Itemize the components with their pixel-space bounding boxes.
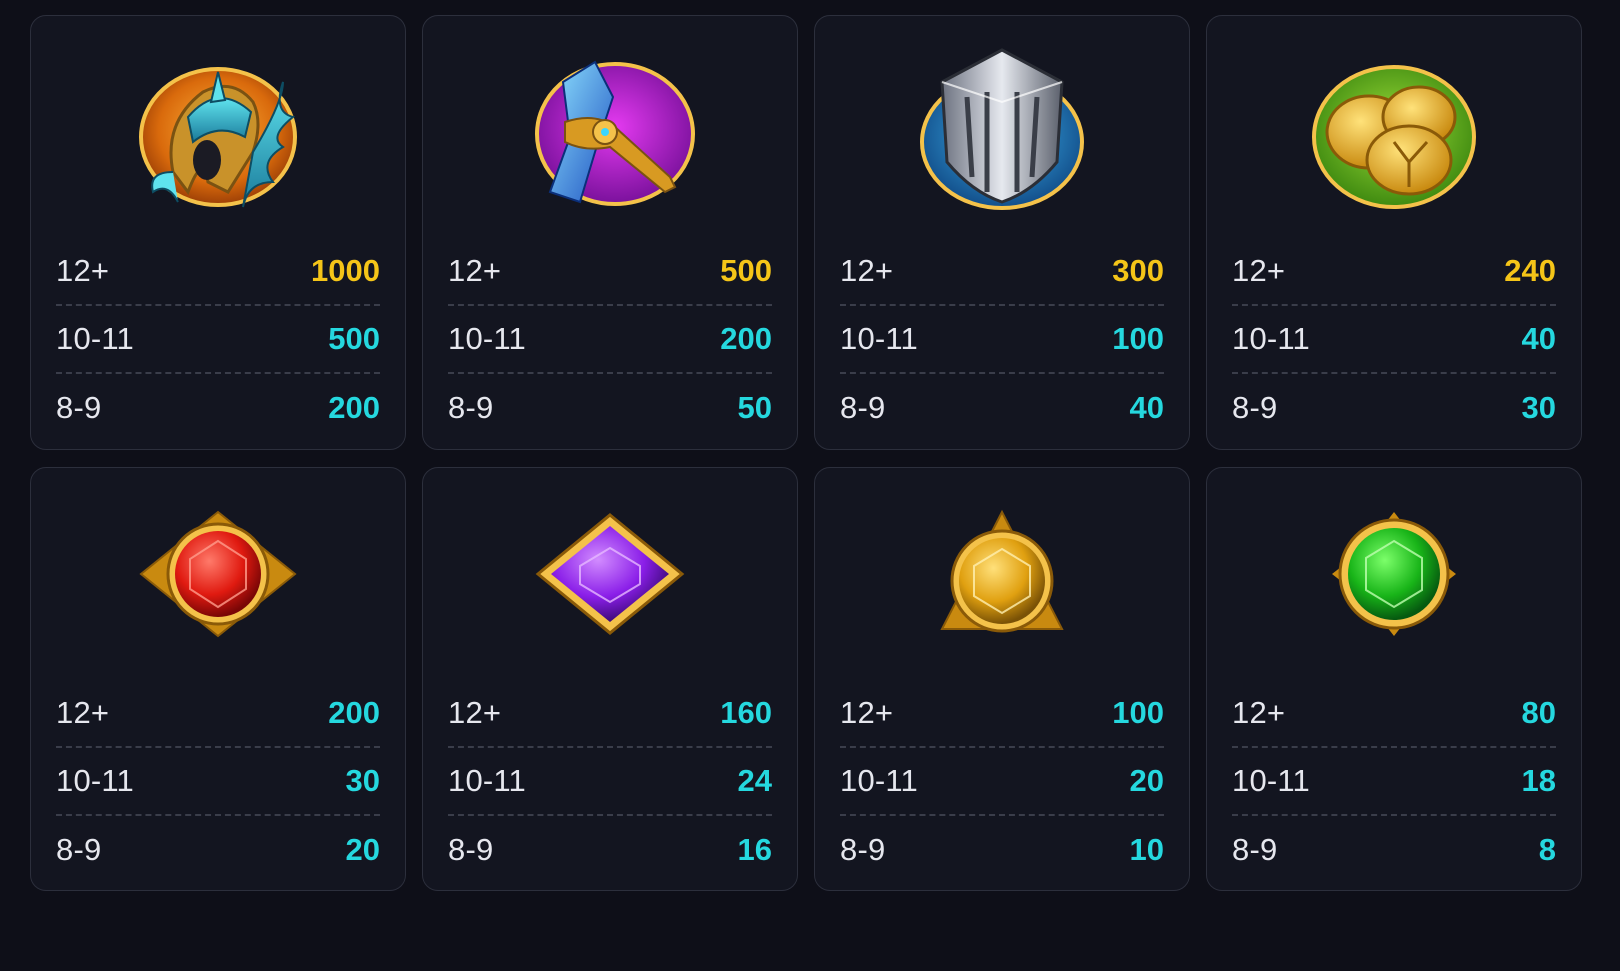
- symbol-count: 8-9: [1232, 390, 1278, 425]
- payout-row: 8-9 10: [840, 816, 1164, 884]
- paytable-card-purple-gem: 12+ 160 10-11 24 8-9 16: [422, 467, 798, 891]
- steel-shield-icon: [920, 48, 1084, 210]
- payout-row: 10-11 30: [56, 748, 380, 816]
- symbol-count: 12+: [448, 695, 502, 730]
- payout-value: 100: [1112, 695, 1164, 730]
- payout-row: 10-11 40: [1232, 306, 1556, 374]
- payout-value: 160: [720, 695, 772, 730]
- payout-value: 300: [1112, 253, 1164, 288]
- symbol-count: 12+: [840, 695, 894, 730]
- symbol-count: 12+: [448, 253, 502, 288]
- payout-row: 12+ 100: [840, 680, 1164, 748]
- payout-value: 500: [720, 253, 772, 288]
- symbol-count: 8-9: [448, 832, 494, 867]
- symbol-count: 10-11: [1232, 763, 1310, 798]
- payout-value: 100: [1112, 321, 1164, 356]
- payout-value: 240: [1504, 253, 1556, 288]
- payout-value: 10: [1129, 832, 1164, 867]
- symbol-count: 10-11: [1232, 321, 1310, 356]
- payout-row: 10-11 20: [840, 748, 1164, 816]
- symbol-count: 8-9: [56, 832, 102, 867]
- payout-row: 8-9 8: [1232, 816, 1556, 884]
- payout-value: 1000: [311, 253, 380, 288]
- payout-row: 10-11 500: [56, 306, 380, 374]
- payout-value: 200: [328, 695, 380, 730]
- symbol-count: 10-11: [448, 763, 526, 798]
- payout-row: 8-9 40: [840, 374, 1164, 442]
- symbol-count: 12+: [1232, 695, 1286, 730]
- payout-row: 8-9 50: [448, 374, 772, 442]
- symbol-count: 10-11: [840, 763, 918, 798]
- payout-value: 20: [345, 832, 380, 867]
- payout-row: 12+ 300: [840, 238, 1164, 306]
- payout-row: 8-9 16: [448, 816, 772, 884]
- payout-value: 18: [1521, 763, 1556, 798]
- payout-value: 40: [1129, 390, 1164, 425]
- payout-row: 12+ 1000: [56, 238, 380, 306]
- symbol-count: 12+: [56, 695, 110, 730]
- payout-row: 10-11 200: [448, 306, 772, 374]
- symbol-count: 10-11: [56, 763, 134, 798]
- golden-hammer-icon: [535, 60, 695, 206]
- payout-row: 8-9 30: [1232, 374, 1556, 442]
- paytable-card-green-gem: 12+ 80 10-11 18 8-9 8: [1206, 467, 1582, 891]
- red-gem-icon: [139, 510, 297, 638]
- payout-value: 30: [345, 763, 380, 798]
- payout-value: 40: [1521, 321, 1556, 356]
- winged-helmet-icon: [139, 67, 297, 208]
- paytable-card-red-gem: 12+ 200 10-11 30 8-9 20: [30, 467, 406, 891]
- payout-row: 12+ 80: [1232, 680, 1556, 748]
- symbol-count: 8-9: [56, 390, 102, 425]
- symbol-count: 12+: [1232, 253, 1286, 288]
- paytable-card-yellow-gem: 12+ 100 10-11 20 8-9 10: [814, 467, 1190, 891]
- yellow-gem-icon: [940, 509, 1064, 633]
- payout-value: 30: [1521, 390, 1556, 425]
- green-gem-icon: [1332, 512, 1456, 636]
- payout-value: 200: [328, 390, 380, 425]
- payout-row: 8-9 200: [56, 374, 380, 442]
- symbol-count: 8-9: [1232, 832, 1278, 867]
- payout-row: 12+ 500: [448, 238, 772, 306]
- symbol-count: 8-9: [840, 832, 886, 867]
- paytable-card-hammer: 12+ 500 10-11 200 8-9 50: [422, 15, 798, 450]
- payout-row: 10-11 18: [1232, 748, 1556, 816]
- payout-value: 16: [737, 832, 772, 867]
- paytable-card-coins: 12+ 240 10-11 40 8-9 30: [1206, 15, 1582, 450]
- payout-row: 12+ 200: [56, 680, 380, 748]
- payout-value: 50: [737, 390, 772, 425]
- symbol-count: 10-11: [56, 321, 134, 356]
- purple-gem-icon: [535, 512, 685, 635]
- payout-value: 80: [1521, 695, 1556, 730]
- gold-coins-icon: [1312, 65, 1476, 209]
- payout-row: 10-11 100: [840, 306, 1164, 374]
- paytable-card-shield: 12+ 300 10-11 100 8-9 40: [814, 15, 1190, 450]
- payout-row: 12+ 160: [448, 680, 772, 748]
- payout-value: 8: [1538, 832, 1556, 867]
- symbol-count: 12+: [840, 253, 894, 288]
- payout-value: 20: [1129, 763, 1164, 798]
- payout-value: 200: [720, 321, 772, 356]
- payout-row: 12+ 240: [1232, 238, 1556, 306]
- symbol-count: 8-9: [840, 390, 886, 425]
- symbol-count: 12+: [56, 253, 110, 288]
- payout-value: 24: [737, 763, 772, 798]
- paytable-grid: 12+ 1000 10-11 500 8-9 200 12+ 500 10-11…: [30, 15, 1584, 891]
- symbol-count: 8-9: [448, 390, 494, 425]
- payout-row: 8-9 20: [56, 816, 380, 884]
- paytable-card-helmet: 12+ 1000 10-11 500 8-9 200: [30, 15, 406, 450]
- symbol-count: 10-11: [448, 321, 526, 356]
- payout-value: 500: [328, 321, 380, 356]
- symbol-count: 10-11: [840, 321, 918, 356]
- payout-row: 10-11 24: [448, 748, 772, 816]
